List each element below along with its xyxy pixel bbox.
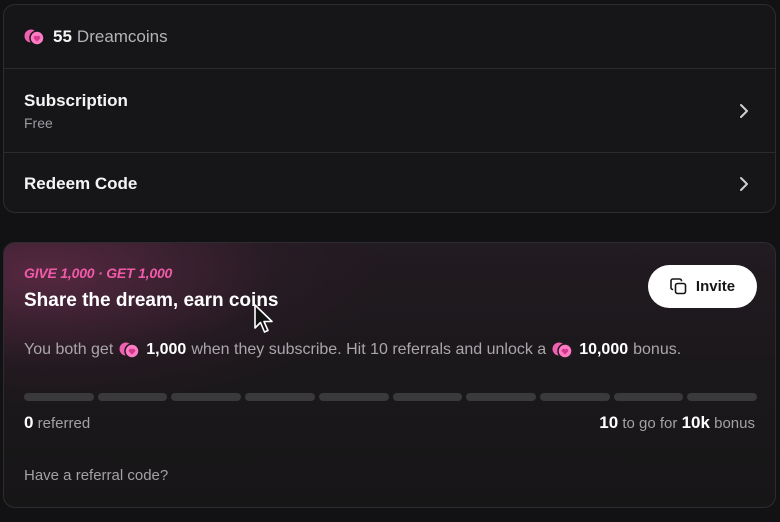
progress-segment [466,393,536,401]
referred-label: referred [37,415,91,432]
togo-label: to go for [622,415,678,432]
progress-segment [613,393,684,401]
referral-progress [24,393,758,401]
desc-amount2: 10,000 [579,341,629,358]
subscription-row[interactable]: Subscription Free [4,69,775,153]
progress-segment [245,393,315,401]
referral-card: GIVE 1,000 · GET 1,000 Share the dream, … [3,242,776,508]
coin-icon [24,29,45,46]
progress-segment [539,393,610,401]
coins-amount: 55 [53,26,72,46]
chevron-right-icon [740,176,748,191]
referred-count: 0 referred [24,413,90,433]
coins-unit: Dreamcoins [76,26,168,46]
subscription-value: Free [24,114,53,131]
desc-part3: bonus. [633,341,682,358]
progress-segment [97,393,168,401]
chevron-right-icon [740,103,748,118]
togo-bonus: 10 to go for 10k bonus [599,413,755,433]
desc-part1: You both get [24,341,114,358]
referral-title: Share the dream, earn coins [24,290,279,311]
dreamcoins-balance: 55 Dreamcoins [4,5,775,69]
progress-segment [318,393,389,401]
coin-icon [552,342,573,359]
copy-icon [670,278,687,295]
progress-segment [392,393,463,401]
desc-amount1: 1,000 [146,341,187,358]
progress-segment [687,393,758,401]
referral-description: You both get 1,000 when they subscribe. … [24,341,765,359]
togo-suffix: bonus [714,415,755,432]
account-card: 55 Dreamcoins Subscription Free Redeem C… [3,4,776,213]
redeem-code-label: Redeem Code [24,173,138,193]
redeem-code-row[interactable]: Redeem Code [4,153,775,212]
invite-label: Invite [695,278,736,295]
subscription-label: Subscription [24,90,128,110]
togo-number: 10 [599,413,619,432]
referral-tag: GIVE 1,000 · GET 1,000 [24,265,173,281]
progress-segment [24,393,94,401]
togo-bonus-amount: 10k [681,413,710,432]
invite-button[interactable]: Invite [648,265,757,308]
coin-icon [119,342,141,359]
progress-segment [171,393,242,401]
have-referral-code-link[interactable]: Have a referral code? [24,467,168,484]
desc-part2: when they subscribe. Hit 10 referrals an… [191,341,547,358]
referred-number: 0 [24,413,34,432]
